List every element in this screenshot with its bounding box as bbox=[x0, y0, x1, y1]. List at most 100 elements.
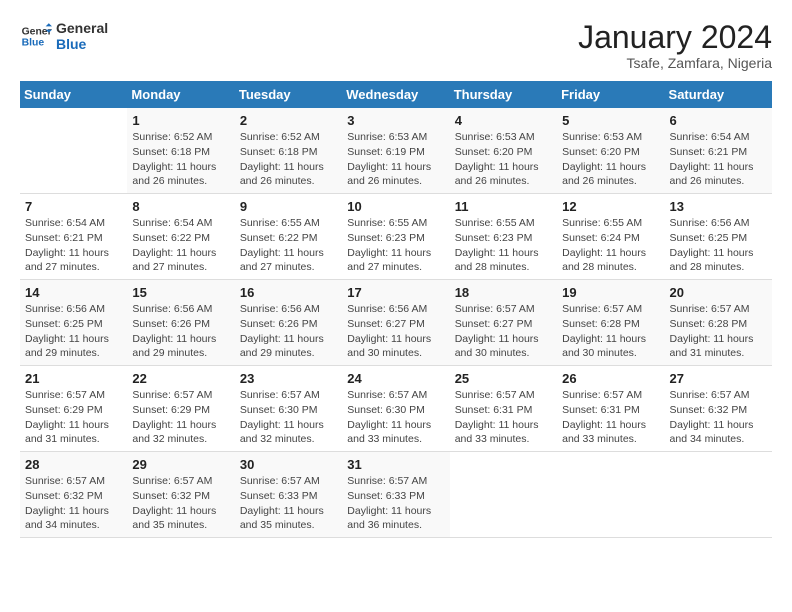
day-number: 29 bbox=[132, 456, 229, 474]
day-number: 9 bbox=[240, 198, 337, 216]
day-number: 12 bbox=[562, 198, 659, 216]
day-info: Sunrise: 6:57 AM Sunset: 6:31 PM Dayligh… bbox=[455, 388, 552, 447]
logo-blue-text: Blue bbox=[56, 36, 108, 52]
calendar-table: SundayMondayTuesdayWednesdayThursdayFrid… bbox=[20, 81, 772, 538]
calendar-week-row: 7Sunrise: 6:54 AM Sunset: 6:21 PM Daylig… bbox=[20, 194, 772, 280]
calendar-cell: 11Sunrise: 6:55 AM Sunset: 6:23 PM Dayli… bbox=[450, 194, 557, 280]
calendar-cell bbox=[20, 108, 127, 193]
day-number: 4 bbox=[455, 112, 552, 130]
day-info: Sunrise: 6:55 AM Sunset: 6:23 PM Dayligh… bbox=[455, 216, 552, 275]
day-info: Sunrise: 6:57 AM Sunset: 6:31 PM Dayligh… bbox=[562, 388, 659, 447]
day-info: Sunrise: 6:57 AM Sunset: 6:29 PM Dayligh… bbox=[25, 388, 122, 447]
day-info: Sunrise: 6:53 AM Sunset: 6:20 PM Dayligh… bbox=[455, 130, 552, 189]
day-number: 11 bbox=[455, 198, 552, 216]
day-number: 6 bbox=[670, 112, 767, 130]
page-subtitle: Tsafe, Zamfara, Nigeria bbox=[578, 55, 772, 71]
day-number: 22 bbox=[132, 370, 229, 388]
day-info: Sunrise: 6:52 AM Sunset: 6:18 PM Dayligh… bbox=[132, 130, 229, 189]
day-number: 16 bbox=[240, 284, 337, 302]
calendar-cell: 10Sunrise: 6:55 AM Sunset: 6:23 PM Dayli… bbox=[342, 194, 449, 280]
day-header-friday: Friday bbox=[557, 81, 664, 108]
calendar-cell: 7Sunrise: 6:54 AM Sunset: 6:21 PM Daylig… bbox=[20, 194, 127, 280]
day-number: 27 bbox=[670, 370, 767, 388]
day-number: 17 bbox=[347, 284, 444, 302]
day-info: Sunrise: 6:57 AM Sunset: 6:28 PM Dayligh… bbox=[562, 302, 659, 361]
day-number: 28 bbox=[25, 456, 122, 474]
logo-general-text: General bbox=[56, 20, 108, 36]
calendar-cell bbox=[557, 451, 664, 537]
calendar-cell: 24Sunrise: 6:57 AM Sunset: 6:30 PM Dayli… bbox=[342, 366, 449, 452]
day-number: 14 bbox=[25, 284, 122, 302]
calendar-cell: 4Sunrise: 6:53 AM Sunset: 6:20 PM Daylig… bbox=[450, 108, 557, 193]
day-number: 1 bbox=[132, 112, 229, 130]
calendar-cell: 12Sunrise: 6:55 AM Sunset: 6:24 PM Dayli… bbox=[557, 194, 664, 280]
calendar-week-row: 1Sunrise: 6:52 AM Sunset: 6:18 PM Daylig… bbox=[20, 108, 772, 193]
calendar-cell: 5Sunrise: 6:53 AM Sunset: 6:20 PM Daylig… bbox=[557, 108, 664, 193]
logo-icon: General Blue bbox=[20, 20, 52, 52]
calendar-cell: 16Sunrise: 6:56 AM Sunset: 6:26 PM Dayli… bbox=[235, 280, 342, 366]
day-info: Sunrise: 6:56 AM Sunset: 6:26 PM Dayligh… bbox=[132, 302, 229, 361]
day-info: Sunrise: 6:53 AM Sunset: 6:19 PM Dayligh… bbox=[347, 130, 444, 189]
day-number: 13 bbox=[670, 198, 767, 216]
calendar-cell: 3Sunrise: 6:53 AM Sunset: 6:19 PM Daylig… bbox=[342, 108, 449, 193]
day-info: Sunrise: 6:54 AM Sunset: 6:22 PM Dayligh… bbox=[132, 216, 229, 275]
svg-text:General: General bbox=[22, 26, 52, 37]
calendar-cell: 17Sunrise: 6:56 AM Sunset: 6:27 PM Dayli… bbox=[342, 280, 449, 366]
calendar-cell: 6Sunrise: 6:54 AM Sunset: 6:21 PM Daylig… bbox=[665, 108, 772, 193]
calendar-cell: 31Sunrise: 6:57 AM Sunset: 6:33 PM Dayli… bbox=[342, 451, 449, 537]
calendar-cell: 28Sunrise: 6:57 AM Sunset: 6:32 PM Dayli… bbox=[20, 451, 127, 537]
calendar-cell: 22Sunrise: 6:57 AM Sunset: 6:29 PM Dayli… bbox=[127, 366, 234, 452]
day-info: Sunrise: 6:57 AM Sunset: 6:32 PM Dayligh… bbox=[25, 474, 122, 533]
day-number: 24 bbox=[347, 370, 444, 388]
calendar-cell: 27Sunrise: 6:57 AM Sunset: 6:32 PM Dayli… bbox=[665, 366, 772, 452]
calendar-cell: 14Sunrise: 6:56 AM Sunset: 6:25 PM Dayli… bbox=[20, 280, 127, 366]
day-number: 10 bbox=[347, 198, 444, 216]
day-info: Sunrise: 6:56 AM Sunset: 6:25 PM Dayligh… bbox=[670, 216, 767, 275]
calendar-cell: 19Sunrise: 6:57 AM Sunset: 6:28 PM Dayli… bbox=[557, 280, 664, 366]
day-info: Sunrise: 6:57 AM Sunset: 6:27 PM Dayligh… bbox=[455, 302, 552, 361]
calendar-cell: 21Sunrise: 6:57 AM Sunset: 6:29 PM Dayli… bbox=[20, 366, 127, 452]
day-header-tuesday: Tuesday bbox=[235, 81, 342, 108]
calendar-cell: 25Sunrise: 6:57 AM Sunset: 6:31 PM Dayli… bbox=[450, 366, 557, 452]
page-header: General Blue General Blue January 2024 T… bbox=[20, 20, 772, 71]
svg-text:Blue: Blue bbox=[22, 38, 45, 49]
calendar-cell: 13Sunrise: 6:56 AM Sunset: 6:25 PM Dayli… bbox=[665, 194, 772, 280]
logo: General Blue General Blue bbox=[20, 20, 108, 52]
calendar-cell bbox=[450, 451, 557, 537]
day-info: Sunrise: 6:56 AM Sunset: 6:26 PM Dayligh… bbox=[240, 302, 337, 361]
day-info: Sunrise: 6:54 AM Sunset: 6:21 PM Dayligh… bbox=[25, 216, 122, 275]
calendar-cell: 1Sunrise: 6:52 AM Sunset: 6:18 PM Daylig… bbox=[127, 108, 234, 193]
calendar-cell: 9Sunrise: 6:55 AM Sunset: 6:22 PM Daylig… bbox=[235, 194, 342, 280]
day-header-wednesday: Wednesday bbox=[342, 81, 449, 108]
calendar-cell bbox=[665, 451, 772, 537]
day-info: Sunrise: 6:57 AM Sunset: 6:33 PM Dayligh… bbox=[347, 474, 444, 533]
calendar-week-row: 14Sunrise: 6:56 AM Sunset: 6:25 PM Dayli… bbox=[20, 280, 772, 366]
calendar-header-row: SundayMondayTuesdayWednesdayThursdayFrid… bbox=[20, 81, 772, 108]
day-number: 5 bbox=[562, 112, 659, 130]
day-info: Sunrise: 6:52 AM Sunset: 6:18 PM Dayligh… bbox=[240, 130, 337, 189]
day-info: Sunrise: 6:57 AM Sunset: 6:30 PM Dayligh… bbox=[347, 388, 444, 447]
calendar-cell: 23Sunrise: 6:57 AM Sunset: 6:30 PM Dayli… bbox=[235, 366, 342, 452]
day-info: Sunrise: 6:56 AM Sunset: 6:27 PM Dayligh… bbox=[347, 302, 444, 361]
day-info: Sunrise: 6:55 AM Sunset: 6:23 PM Dayligh… bbox=[347, 216, 444, 275]
day-info: Sunrise: 6:57 AM Sunset: 6:32 PM Dayligh… bbox=[670, 388, 767, 447]
calendar-week-row: 21Sunrise: 6:57 AM Sunset: 6:29 PM Dayli… bbox=[20, 366, 772, 452]
day-number: 18 bbox=[455, 284, 552, 302]
day-info: Sunrise: 6:57 AM Sunset: 6:28 PM Dayligh… bbox=[670, 302, 767, 361]
day-number: 26 bbox=[562, 370, 659, 388]
title-block: January 2024 Tsafe, Zamfara, Nigeria bbox=[578, 20, 772, 71]
day-number: 8 bbox=[132, 198, 229, 216]
calendar-cell: 2Sunrise: 6:52 AM Sunset: 6:18 PM Daylig… bbox=[235, 108, 342, 193]
calendar-cell: 15Sunrise: 6:56 AM Sunset: 6:26 PM Dayli… bbox=[127, 280, 234, 366]
day-info: Sunrise: 6:55 AM Sunset: 6:24 PM Dayligh… bbox=[562, 216, 659, 275]
day-info: Sunrise: 6:55 AM Sunset: 6:22 PM Dayligh… bbox=[240, 216, 337, 275]
day-number: 7 bbox=[25, 198, 122, 216]
day-number: 15 bbox=[132, 284, 229, 302]
day-info: Sunrise: 6:57 AM Sunset: 6:30 PM Dayligh… bbox=[240, 388, 337, 447]
day-number: 31 bbox=[347, 456, 444, 474]
day-number: 2 bbox=[240, 112, 337, 130]
day-number: 19 bbox=[562, 284, 659, 302]
day-header-sunday: Sunday bbox=[20, 81, 127, 108]
page-title: January 2024 bbox=[578, 20, 772, 55]
day-number: 30 bbox=[240, 456, 337, 474]
